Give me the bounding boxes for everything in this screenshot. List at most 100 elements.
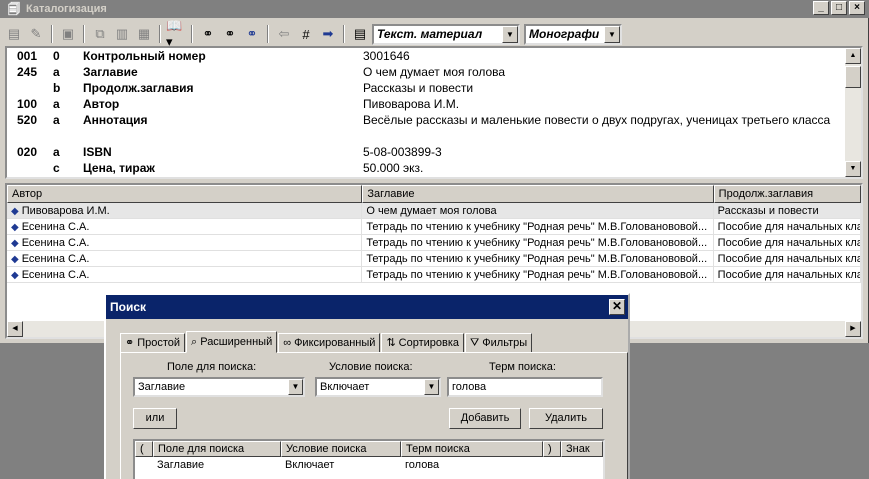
marc-field-name: ISBN [83,145,112,159]
maximize-button[interactable]: □ [831,1,847,15]
search-next-icon[interactable]: ⚭ [220,24,240,44]
close-window-button[interactable]: × [849,1,865,15]
cell-title: Тетрадь по чтению к учебнику "Родная реч… [362,251,714,266]
marc-row[interactable]: 520 a Аннотация Весёлые рассказы и маленьки… [7,112,861,144]
record-number-icon[interactable]: # [296,24,316,44]
marc-tag: 100 [17,97,38,111]
col-term[interactable]: Терм поиска [401,441,543,457]
col-field[interactable]: Поле для поиска [153,441,281,457]
marc-tag: 245 [17,65,38,79]
book-menu-icon[interactable]: 📖▾ [166,18,186,49]
add-button[interactable]: Добавить [449,408,521,429]
minimize-button[interactable]: _ [813,1,829,15]
magnifier-icon: ⌕ [191,336,198,348]
marc-subfield: a [53,145,60,159]
marc-row[interactable]: c Цена, тираж 50.000 экз. [7,160,861,176]
cell-author: Есенина С.А. [21,253,90,265]
filter-icon: ⛛ [470,337,480,349]
sort-icon: ⇅ [386,337,396,349]
cell-author: Есенина С.А. [21,221,90,233]
toolbar: ▤ ✎ ▣ ⧉ ▥ ▦ 📖▾ ⚭ ⚭ ⚭ ⇦ # ➡ ▤ Текст. мате… [4,18,865,49]
cell-author: Пивоварова И.М. [21,205,110,217]
cell-author: Есенина С.А. [21,237,90,249]
marc-record-panel: 001 0 Контрольный номер 3001646 245 a Заглави… [5,46,863,179]
new-record-icon[interactable]: ▤ [4,24,24,44]
book-icon: ◆ [11,238,19,249]
cell-subtitle: Пособие для начальных кла [714,235,861,250]
col-open-paren[interactable]: ( [135,441,153,457]
marc-row[interactable]: b Продолж.заглавия Рассказы и повести [7,80,861,96]
scroll-right-icon[interactable]: ▶ [845,321,861,337]
edit-record-icon[interactable]: ✎ [26,24,46,44]
tab-filters[interactable]: ⛛ Фильтры [465,333,533,353]
biblio-level-select[interactable]: Монографи ▼ [524,23,622,45]
app-icon: 🗐 [8,2,20,16]
marc-subfield: b [53,81,61,95]
table-row[interactable]: Заглавие Включает голова [135,457,603,473]
field-select[interactable]: Заглавие ▼ [133,377,305,397]
marc-row[interactable]: 245 a Заглавие О чем думает моя голова [7,64,861,80]
close-icon[interactable]: ✕ [609,299,625,315]
marc-scrollbar[interactable]: ▲ ▼ [845,48,861,177]
cell-condition: Включает [285,459,335,471]
col-condition[interactable]: Условие поиска [281,441,401,457]
list-header: Автор Заглавие Продолж.заглавия [7,185,861,203]
term-input[interactable]: голова [447,377,603,397]
marc-row[interactable]: 100 a Автор Пивоварова И.М. [7,96,861,112]
or-button[interactable]: или [133,408,177,429]
paste-icon[interactable]: ▥ [112,24,132,44]
delete-icon[interactable]: ▦ [134,24,154,44]
column-title[interactable]: Заглавие [362,185,714,203]
marc-field-name: Контрольный номер [83,49,206,63]
marc-row[interactable]: 001 0 Контрольный номер 3001646 [7,48,861,64]
tab-sort[interactable]: ⇅ Сортировка [381,333,465,353]
chevron-down-icon[interactable]: ▼ [502,25,518,43]
marc-tag: 001 [17,49,38,63]
copy-icon[interactable]: ⧉ [90,24,110,44]
marc-field-name: Заглавие [83,65,138,79]
doc-type-value: Текст. материал [377,27,483,41]
doc-type-select[interactable]: Текст. материал ▼ [372,23,520,45]
tab-label: Сортировка [398,337,460,349]
scroll-up-icon[interactable]: ▲ [845,48,861,64]
cell-subtitle: Пособие для начальных кла [714,219,861,234]
cataloging-window: 🗐 Каталогизация _ □ × ▤ ✎ ▣ ⧉ ▥ ▦ 📖▾ ⚭ ⚭… [0,0,869,343]
table-row[interactable]: ◆ Есенина С.А. Тетрадь по чтению к учебник… [7,235,861,251]
marc-tag: 520 [17,113,38,127]
scroll-left-icon[interactable]: ◀ [7,321,23,337]
tab-fixed[interactable]: ∞ Фиксированный [278,333,381,353]
condition-select[interactable]: Включает ▼ [315,377,441,397]
marc-row[interactable]: 020 a ISBN 5-08-003899-3 [7,144,861,160]
tab-label: Фиксированный [294,337,376,349]
back-arrow-icon[interactable]: ⇦ [274,24,294,44]
cell-author: Есенина С.А. [21,269,90,281]
search-dialog: Поиск ✕ ⚭ Простой ⌕ Расширенный ∞ Фиксирова… [104,293,630,479]
search-binoculars-icon[interactable]: ⚭ [198,24,218,44]
col-sign[interactable]: Знак [561,441,603,457]
scroll-down-icon[interactable]: ▼ [845,161,861,177]
tab-simple[interactable]: ⚭ Простой [120,333,186,353]
table-row[interactable]: ◆ Есенина С.А. Тетрадь по чтению к учебник… [7,267,861,283]
window-title: Каталогизация [26,3,107,15]
table-row[interactable]: ◆ Есенина С.А. Тетрадь по чтению к учебник… [7,219,861,235]
scroll-thumb[interactable] [845,66,861,88]
condition-label: Условие поиска: [329,361,413,373]
forward-arrow-icon[interactable]: ➡ [318,24,338,44]
chevron-down-icon[interactable]: ▼ [604,25,620,43]
form-icon[interactable]: ▤ [350,24,370,44]
search-all-icon[interactable]: ⚭ [242,24,262,44]
chevron-down-icon[interactable]: ▼ [288,379,303,395]
table-row[interactable]: ◆ Есенина С.А. Тетрадь по чтению к учебник… [7,251,861,267]
chevron-down-icon[interactable]: ▼ [424,379,439,395]
table-row[interactable]: ◆ Пивоварова И.М. О чем думает моя голова Р… [7,203,861,219]
column-subtitle[interactable]: Продолж.заглавия [713,185,861,203]
tab-extended[interactable]: ⌕ Расширенный [186,331,278,353]
delete-button[interactable]: Удалить [529,408,603,429]
col-close-paren[interactable]: ) [543,441,561,457]
dialog-title-bar: Поиск ✕ [106,295,628,319]
binoculars-icon: ⚭ [125,337,135,349]
book-icon: ◆ [11,270,19,281]
column-author[interactable]: Автор [7,185,363,203]
marc-value: 50.000 экз. [363,161,424,175]
save-icon[interactable]: ▣ [58,24,78,44]
